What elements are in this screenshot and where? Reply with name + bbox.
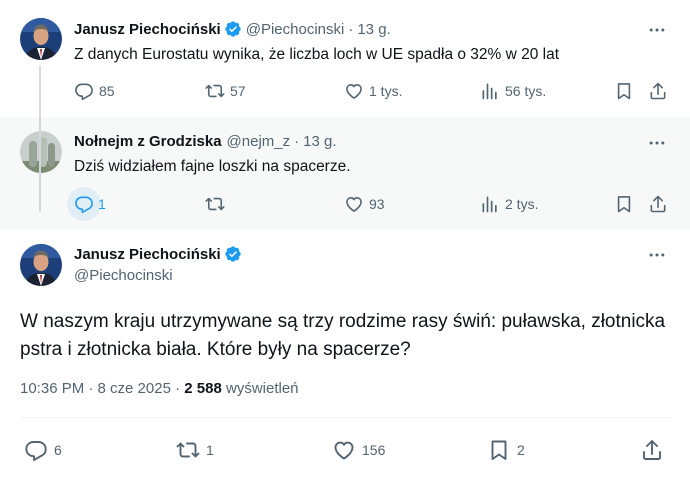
action-bar: 85 57 1 tys. 56 tys. <box>74 79 672 103</box>
tweet-main: Janusz Piechociński @Piechocinski W nasz… <box>0 230 690 484</box>
reply-button[interactable]: 1 <box>67 187 106 221</box>
share-icon <box>640 438 664 462</box>
tweet-meta: 10:36 PM · 8 cze 2025 · 2 588 wyświetleń <box>20 380 299 397</box>
views-label: wyświetleń <box>225 380 299 397</box>
more-icon[interactable] <box>646 244 668 266</box>
retweet-icon <box>176 438 200 462</box>
retweet-button[interactable]: 1 <box>176 435 214 465</box>
avatar[interactable] <box>20 244 62 286</box>
bookmark-count: 2 <box>517 442 525 458</box>
like-button[interactable]: 93 <box>344 192 385 216</box>
like-count: 156 <box>362 442 386 458</box>
divider <box>20 417 670 418</box>
bookmark-button[interactable]: 2 <box>487 435 525 465</box>
tweet-text: W naszym kraju utrzymywane są trzy rodzi… <box>20 311 666 360</box>
share-icon <box>648 81 668 101</box>
like-button[interactable]: 156 <box>332 435 385 465</box>
views-button[interactable]: 2 tys. <box>480 192 538 216</box>
share-icon <box>648 194 668 214</box>
author-name[interactable]: Janusz Piechociński <box>74 21 221 38</box>
tweet-time[interactable]: 13 g. <box>303 133 336 150</box>
like-icon <box>344 81 364 101</box>
bookmark-button[interactable] <box>614 192 634 216</box>
tweet-reply[interactable]: Nołnejm z Grodziska @nejm_z · 13 g. Dziś… <box>0 117 690 230</box>
reply-icon <box>74 194 94 214</box>
views-icon <box>480 81 500 101</box>
author-name-row: Janusz Piechociński <box>74 245 246 263</box>
retweet-count: 1 <box>206 442 214 458</box>
views-count: 2 tys. <box>505 196 539 212</box>
views-count: 2 588 <box>184 380 222 397</box>
avatar[interactable] <box>20 131 62 173</box>
bookmark-icon <box>614 194 634 214</box>
separator-dot: · <box>294 133 300 150</box>
author-handle[interactable]: @nejm_z <box>227 133 291 150</box>
share-button[interactable] <box>648 192 668 216</box>
thread-line <box>39 66 41 212</box>
author-name[interactable]: Janusz Piechociński <box>74 246 221 263</box>
verified-badge-icon <box>224 245 242 263</box>
views-button[interactable]: 56 tys. <box>480 79 546 103</box>
bookmark-button[interactable] <box>614 79 634 103</box>
tweet-header: Nołnejm z Grodziska @nejm_z · 13 g. <box>74 133 337 150</box>
avatar[interactable] <box>20 18 62 60</box>
like-count: 1 tys. <box>369 83 403 99</box>
reply-count: 6 <box>54 442 62 458</box>
tweet-timestamp[interactable]: 10:36 PM · 8 cze 2025 · <box>20 380 180 397</box>
author-name[interactable]: Nołnejm z Grodziska <box>74 133 222 150</box>
bookmark-icon <box>614 81 634 101</box>
share-button[interactable] <box>648 79 668 103</box>
share-button[interactable] <box>640 435 664 465</box>
retweet-count: 57 <box>230 83 246 99</box>
more-icon[interactable] <box>646 132 668 154</box>
retweet-button[interactable]: 57 <box>205 79 246 103</box>
retweet-icon <box>205 194 225 214</box>
author-handle[interactable]: @Piechocinski <box>74 267 173 284</box>
tweet-time[interactable]: 13 g. <box>357 21 390 38</box>
separator-dot: · <box>348 20 354 38</box>
retweet-button[interactable] <box>205 192 225 216</box>
action-bar: 6 1 156 2 <box>20 435 670 465</box>
reply-count: 1 <box>98 196 106 212</box>
reply-button[interactable]: 6 <box>24 435 62 465</box>
bookmark-icon <box>487 438 511 462</box>
verified-badge-icon <box>224 20 242 38</box>
tweet-text: Z danych Eurostatu wynika, że liczba loc… <box>74 46 560 63</box>
tweet-text: Dziś widziałem fajne loszki na spacerze. <box>74 158 351 175</box>
retweet-icon <box>205 81 225 101</box>
reply-icon <box>74 81 94 101</box>
action-bar: 1 93 2 tys. <box>67 187 672 221</box>
author-handle[interactable]: @Piechocinski <box>246 21 345 38</box>
like-icon <box>344 194 364 214</box>
more-icon[interactable] <box>646 19 668 41</box>
like-count: 93 <box>369 196 385 212</box>
reply-count: 85 <box>99 83 115 99</box>
views-icon <box>480 194 500 214</box>
like-button[interactable]: 1 tys. <box>344 79 402 103</box>
reply-button[interactable]: 85 <box>74 79 115 103</box>
views-count: 56 tys. <box>505 83 547 99</box>
like-icon <box>332 438 356 462</box>
reply-icon <box>24 438 48 462</box>
tweet-original[interactable]: Janusz Piechociński @Piechocinski · 13 g… <box>0 0 690 117</box>
tweet-header: Janusz Piechociński @Piechocinski · 13 g… <box>74 20 391 38</box>
